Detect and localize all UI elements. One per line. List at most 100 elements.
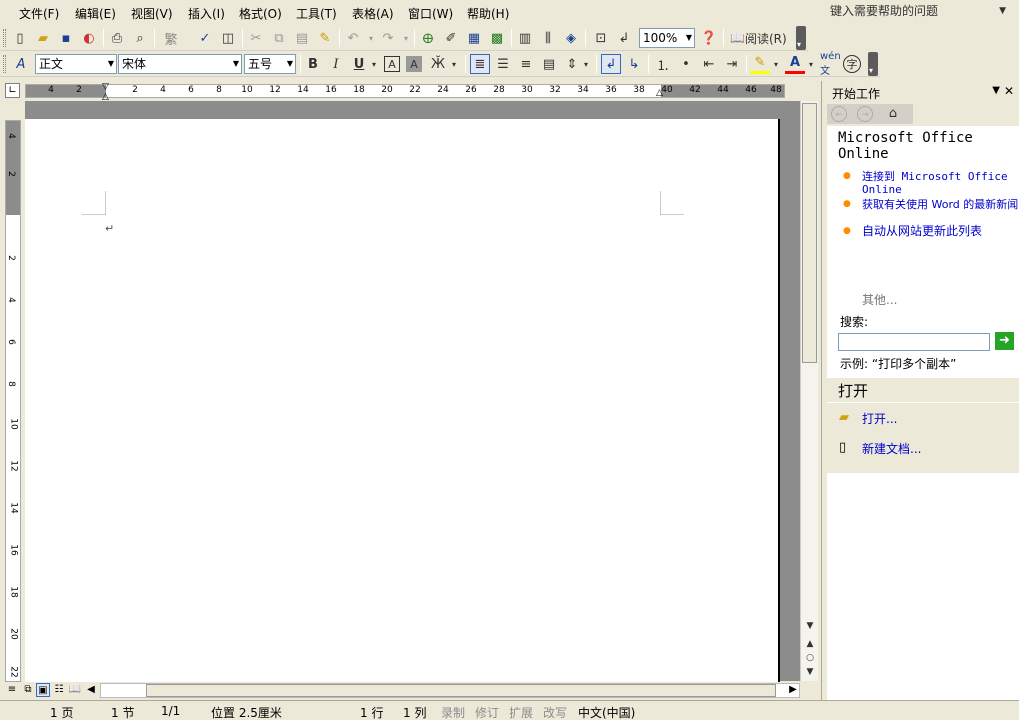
menu-view[interactable]: 视图(V) <box>131 5 173 22</box>
toolbar-grip[interactable] <box>3 29 6 47</box>
insert-table-icon[interactable]: ▦ <box>464 28 484 48</box>
scrollbar-thumb[interactable] <box>146 684 776 697</box>
copy-icon[interactable]: ⧉ <box>269 28 289 48</box>
style-dropdown[interactable]: 正文 ▼ <box>35 54 117 74</box>
styles-formatting-icon[interactable]: A <box>11 54 31 74</box>
web-layout-icon[interactable]: ⧉ <box>21 683 35 697</box>
scroll-right-icon[interactable]: ▶ <box>786 683 800 697</box>
chevron-down-icon[interactable]: ▾ <box>770 54 782 74</box>
numbering-icon[interactable]: ⒈ <box>653 54 673 74</box>
first-line-indent-marker[interactable]: ▽ <box>102 82 109 92</box>
distributed-button[interactable]: ▤ <box>539 54 559 74</box>
bullets-icon[interactable]: • <box>676 54 696 74</box>
show-paragraph-icon[interactable]: ⊡ <box>591 28 611 48</box>
search-input[interactable] <box>838 333 990 351</box>
decrease-indent-icon[interactable]: ⇤ <box>699 54 719 74</box>
menu-help[interactable]: 帮助(H) <box>467 5 509 22</box>
justify-button[interactable]: ≣ <box>470 54 490 74</box>
research-book-icon[interactable]: ◫ <box>218 28 238 48</box>
redo-icon[interactable]: ↷ <box>378 28 398 48</box>
chevron-down-icon[interactable]: ▼ <box>108 55 114 73</box>
rtl-text-button[interactable]: ↳ <box>624 54 644 74</box>
chevron-down-icon[interactable]: ▾ <box>580 54 592 74</box>
menu-file[interactable]: 文件(F) <box>19 5 59 22</box>
link-latest-news[interactable]: 获取有关使用 Word 的最新新闻 <box>862 198 1019 211</box>
character-border-button[interactable]: A <box>384 56 400 72</box>
back-icon[interactable]: ← <box>831 106 847 122</box>
columns-icon[interactable]: ▥ <box>515 28 535 48</box>
chevron-down-icon[interactable]: ▼ <box>287 55 293 73</box>
chevron-down-icon[interactable]: ▾ <box>368 54 380 74</box>
menu-insert[interactable]: 插入(I) <box>188 5 225 22</box>
document-map-icon[interactable]: ◈ <box>561 28 581 48</box>
font-color-button[interactable]: A <box>785 54 805 74</box>
help-icon[interactable]: ❓ <box>699 28 719 48</box>
menu-tools[interactable]: 工具(T) <box>296 5 337 22</box>
previous-page-icon[interactable]: ▲ <box>802 637 818 652</box>
next-page-icon[interactable]: ▼ <box>802 665 818 680</box>
font-size-dropdown[interactable]: 五号 ▼ <box>244 54 296 74</box>
spelling-icon[interactable]: ✓ <box>195 28 215 48</box>
scroll-down-icon[interactable]: ▼ <box>802 619 818 634</box>
italic-button[interactable]: I <box>326 54 346 74</box>
font-dropdown[interactable]: 宋体 ▼ <box>118 54 242 74</box>
drawing-icon[interactable]: ⫼ <box>538 28 558 48</box>
outline-view-icon[interactable]: ☷ <box>52 683 66 697</box>
status-track-changes[interactable]: 修订 <box>475 704 499 720</box>
new-document-link[interactable]: 新建文档... <box>862 440 921 457</box>
toolbar-options-icon[interactable] <box>868 52 878 76</box>
toolbar-grip[interactable] <box>3 55 6 73</box>
chevron-down-icon[interactable]: ▼ <box>233 55 239 73</box>
permission-icon[interactable]: ◐ <box>79 28 99 48</box>
right-indent-marker[interactable]: △ <box>656 88 663 98</box>
task-pane-title[interactable]: 开始工作 <box>832 87 880 101</box>
menu-table[interactable]: 表格(A) <box>352 5 394 22</box>
chevron-down-icon[interactable]: ▾ <box>805 54 817 74</box>
menu-window[interactable]: 窗口(W) <box>408 5 453 22</box>
print-icon[interactable]: ⎙ <box>107 28 127 48</box>
ruler-strip[interactable]: 4 2 2 4 6 8 10 12 14 16 18 20 22 24 26 2… <box>25 82 785 102</box>
close-icon[interactable]: ✕ <box>1004 84 1014 98</box>
scroll-left-icon[interactable]: ◀ <box>84 683 98 697</box>
chevron-down-icon[interactable]: ▼ <box>999 3 1006 20</box>
paste-icon[interactable]: ▤ <box>292 28 312 48</box>
read-button[interactable]: 📖 阅读(R) <box>730 28 792 48</box>
help-question-box[interactable]: 键入需要帮助的问题 ▼ <box>826 3 1008 20</box>
chevron-down-icon[interactable]: ▾ <box>396 28 416 48</box>
status-extend[interactable]: 扩展 <box>509 704 533 720</box>
print-layout-icon[interactable]: ▣ <box>36 683 50 697</box>
hyperlink-icon[interactable]: 🜨 <box>418 28 438 48</box>
increase-indent-icon[interactable]: ⇥ <box>722 54 742 74</box>
cut-icon[interactable]: ✂ <box>246 28 266 48</box>
status-overtype[interactable]: 改写 <box>543 704 567 720</box>
more-link[interactable]: 其他... <box>862 291 897 308</box>
menu-edit[interactable]: 编辑(E) <box>75 5 116 22</box>
phonetic-guide-icon[interactable]: Ӂ <box>428 54 448 74</box>
undo-icon[interactable]: ↶ <box>343 28 363 48</box>
home-icon[interactable]: ⌂ <box>885 106 901 122</box>
reading-layout-icon[interactable]: 📖 <box>68 683 82 697</box>
status-record[interactable]: 录制 <box>441 704 465 720</box>
zoom-dropdown[interactable]: 100% ▼ <box>639 28 695 48</box>
scrollbar-thumb[interactable] <box>802 103 817 363</box>
document-page[interactable]: ↵ <box>25 119 780 689</box>
new-document-icon[interactable]: ▯ <box>10 28 30 48</box>
enclose-characters-button[interactable]: 字 <box>843 55 861 73</box>
tables-borders-icon[interactable]: ✐ <box>441 28 461 48</box>
bold-button[interactable]: B <box>303 54 323 74</box>
menu-format[interactable]: 格式(O) <box>239 5 282 22</box>
tab-selector-icon[interactable]: ∟ <box>5 83 20 98</box>
browse-object-icon[interactable]: ○ <box>802 651 818 666</box>
phonetic-wen-button[interactable]: wén 文 <box>820 51 842 77</box>
ltr-text-button[interactable]: ↲ <box>601 54 621 74</box>
format-painter-icon[interactable]: ✎ <box>315 28 335 48</box>
highlight-icon[interactable]: ✎ <box>750 54 770 74</box>
underline-button[interactable]: U <box>349 54 369 74</box>
horizontal-scrollbar[interactable] <box>100 683 800 698</box>
vertical-ruler[interactable]: 4 2 2 4 6 8 10 12 14 16 18 20 22 <box>5 120 21 682</box>
character-shading-button[interactable]: A <box>406 56 422 72</box>
print-preview-icon[interactable]: ⌕ <box>130 28 150 48</box>
search-go-icon[interactable]: ➜ <box>995 332 1014 350</box>
normal-view-icon[interactable]: ≡ <box>5 683 19 697</box>
insert-excel-icon[interactable]: ▩ <box>487 28 507 48</box>
